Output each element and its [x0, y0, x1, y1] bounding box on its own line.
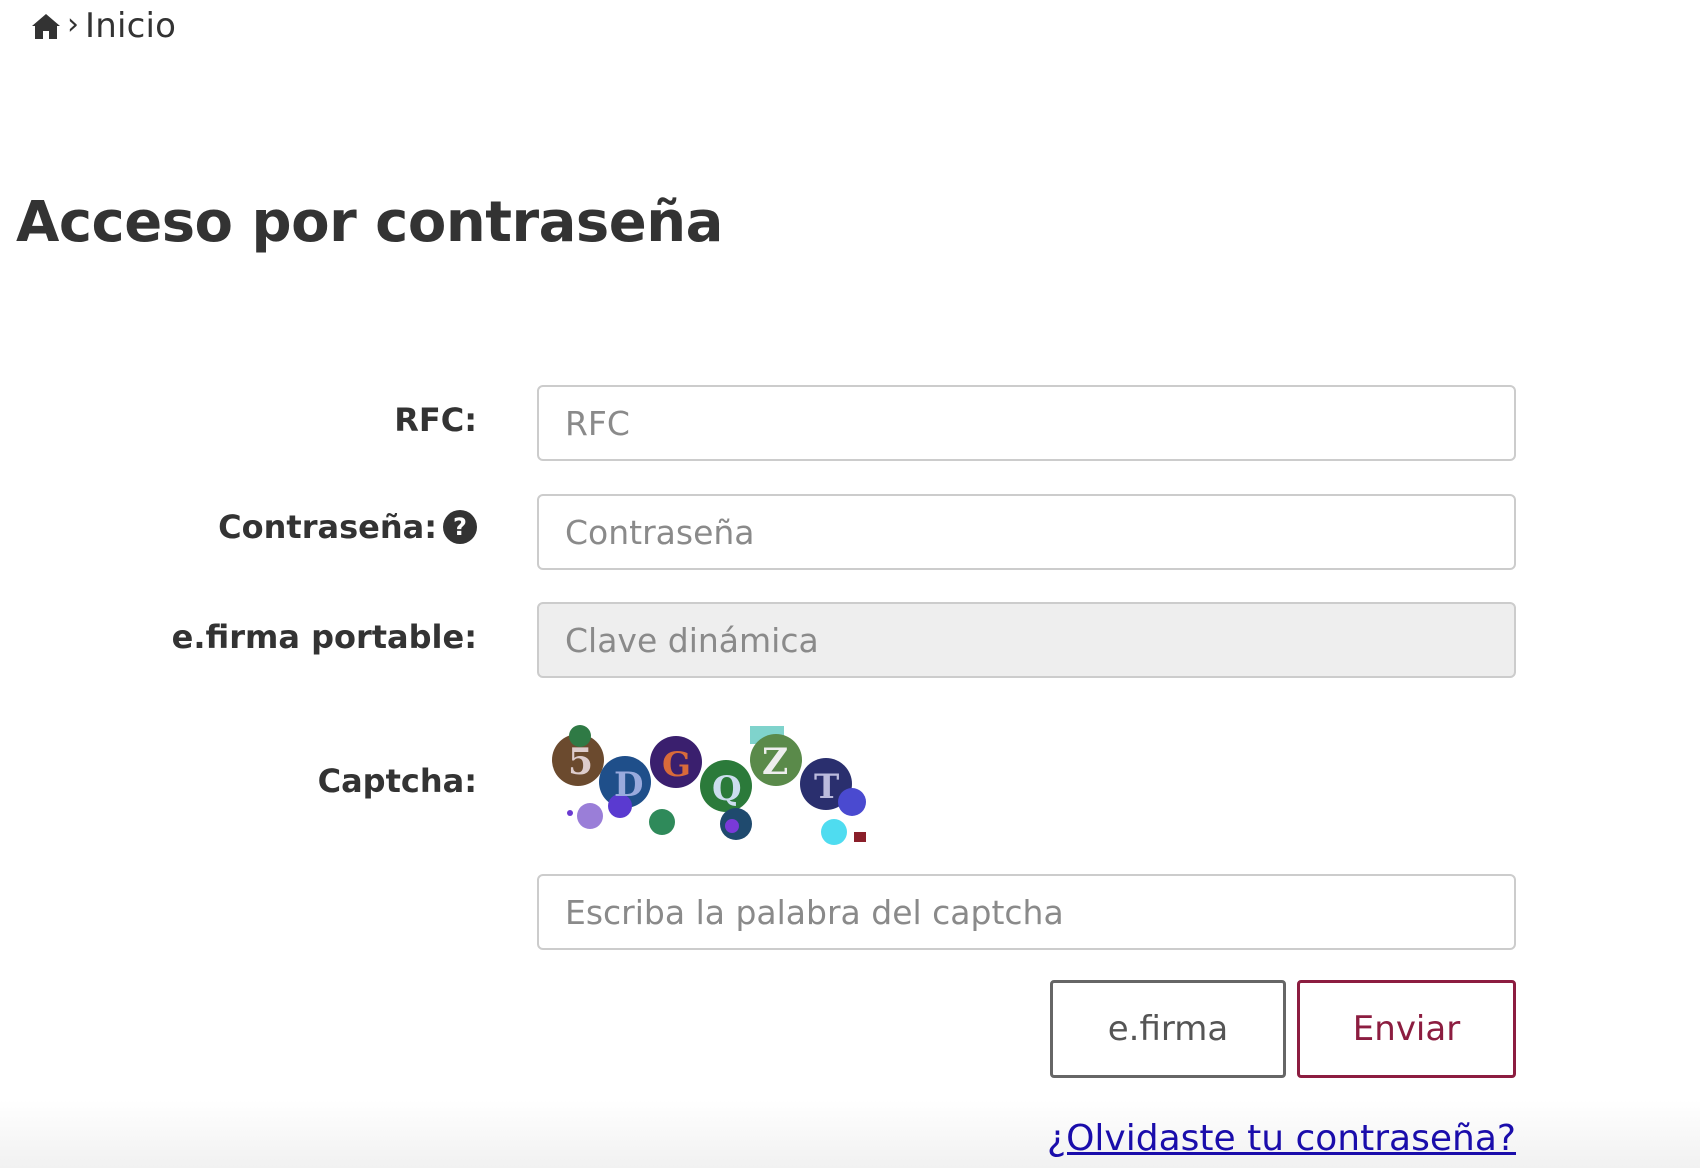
- rfc-label: RFC:: [394, 401, 477, 439]
- breadcrumb: › Inicio: [31, 4, 176, 48]
- page-title: Acceso por contraseña: [16, 190, 723, 255]
- submit-button[interactable]: Enviar: [1297, 980, 1516, 1078]
- captcha-char-1: 5: [568, 741, 593, 783]
- captcha-char-2: D: [614, 765, 643, 805]
- captcha-image: 5 D G Q Z T: [540, 718, 870, 848]
- forgot-password-link[interactable]: ¿Olvidaste tu contraseña?: [1047, 1118, 1516, 1159]
- dynamic-key-input: [537, 602, 1516, 678]
- password-label-group: Contraseña: ?: [218, 508, 477, 546]
- login-page: › Inicio Acceso por contraseña RFC: Cont…: [0, 0, 1700, 1168]
- password-input[interactable]: [537, 494, 1516, 570]
- captcha-char-6: T: [814, 767, 839, 807]
- captcha-char-5: Z: [762, 741, 788, 783]
- captcha-graphic: 5 D G Q Z T: [552, 725, 866, 845]
- captcha-label: Captcha:: [317, 762, 477, 800]
- efirma-portable-label: e.firma portable:: [171, 618, 477, 656]
- captcha-input[interactable]: [537, 874, 1516, 950]
- home-icon[interactable]: [31, 12, 61, 40]
- captcha-char-3: G: [662, 745, 691, 785]
- efirma-button[interactable]: e.firma: [1050, 980, 1286, 1078]
- password-label: Contraseña:: [218, 508, 437, 546]
- breadcrumb-separator: ›: [67, 7, 79, 42]
- captcha-char-4: Q: [712, 769, 742, 809]
- breadcrumb-current[interactable]: Inicio: [85, 6, 176, 46]
- question-circle-icon[interactable]: ?: [443, 510, 477, 544]
- rfc-input[interactable]: [537, 385, 1516, 461]
